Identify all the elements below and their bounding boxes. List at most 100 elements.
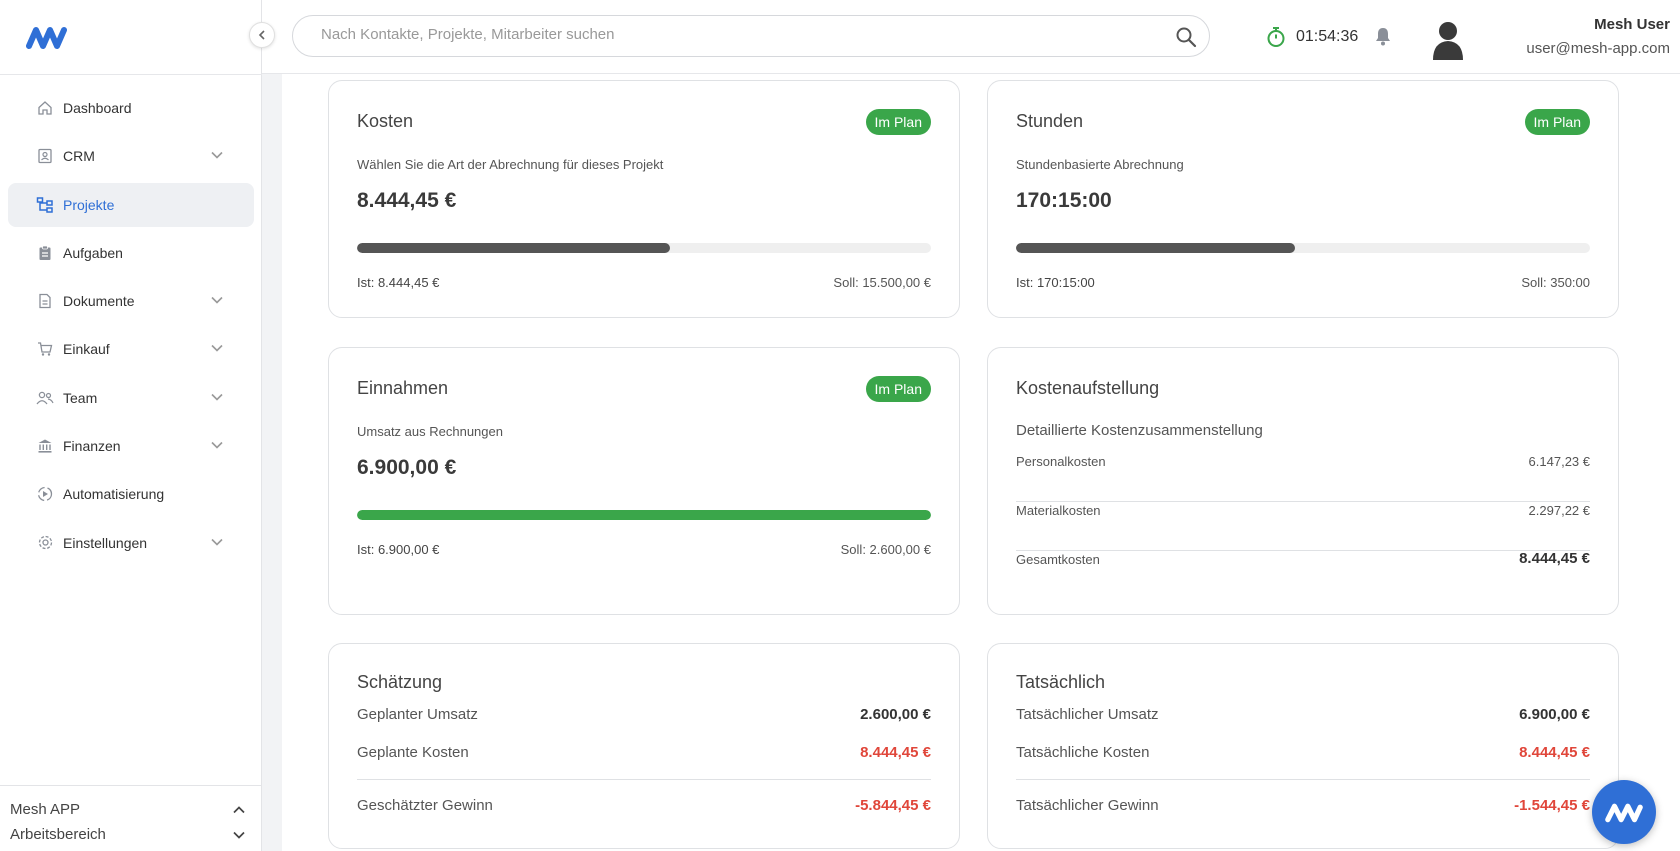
search-bar[interactable] — [292, 15, 1210, 57]
bank-icon — [36, 437, 54, 455]
progress-bar — [357, 510, 931, 520]
sidebar-item-label: Einkauf — [63, 341, 110, 358]
search-icon[interactable] — [1175, 26, 1197, 48]
automation-icon — [36, 485, 54, 503]
ist-value: Ist: 6.900,00 € — [357, 542, 440, 557]
app-name: Mesh APP — [10, 801, 81, 818]
planned-revenue-row: Geplanter Umsatz 2.600,00 € — [357, 706, 931, 723]
card-title: Einnahmen — [357, 378, 449, 398]
search-input[interactable] — [321, 26, 1121, 43]
soll-value: Soll: 350:00 — [1521, 275, 1590, 290]
sidebar-item-finanzen[interactable]: Finanzen — [8, 424, 254, 468]
sidebar-item-label: Dokumente — [63, 293, 135, 310]
sidebar-item-label: Projekte — [63, 196, 115, 213]
sidebar-item-projekte[interactable]: Projekte — [8, 182, 254, 227]
bell-icon[interactable] — [1374, 26, 1392, 46]
user-email: user@mesh-app.com — [1526, 40, 1670, 57]
chevron-down-icon[interactable] — [210, 535, 224, 549]
sidebar-collapse-button[interactable] — [249, 22, 275, 48]
stopwatch-icon — [1267, 27, 1285, 47]
sidebar-divider — [0, 74, 262, 75]
row-label: Tatsächlicher Umsatz — [1016, 706, 1159, 723]
row-value: 2.600,00 € — [860, 706, 931, 723]
sidebar-item-label: Finanzen — [63, 438, 121, 455]
soll-value: Soll: 2.600,00 € — [840, 542, 931, 557]
row-value: 8.444,45 € — [1519, 550, 1590, 567]
status-badge: Im Plan — [865, 109, 931, 135]
chevron-down-icon[interactable] — [210, 438, 224, 452]
mesh-assistant-button[interactable] — [1592, 780, 1656, 844]
stunden-card: Stunden Im Plan Stundenbasierte Abrechnu… — [987, 80, 1619, 318]
main-content: Kosten Im Plan Wählen Sie die Art der Ab… — [282, 74, 1680, 851]
card-value: 170:15:00 — [1016, 189, 1112, 212]
card-title: Stunden — [1016, 111, 1084, 131]
status-badge: Im Plan — [1524, 109, 1590, 135]
row-value: -1.544,45 € — [1514, 797, 1590, 814]
sidebar-item-einstellungen[interactable]: Einstellungen — [8, 521, 254, 565]
row-label: Materialkosten — [1016, 503, 1101, 518]
chevron-down-icon[interactable] — [210, 293, 224, 307]
progress-fill — [357, 243, 670, 253]
cost-row-material: Materialkosten 2.297,22 € — [1016, 503, 1590, 551]
status-badge: Im Plan — [865, 376, 931, 402]
chevron-down-icon[interactable] — [210, 390, 224, 404]
sidebar-item-team[interactable]: Team — [8, 376, 254, 420]
sidebar-item-label: Einstellungen — [63, 534, 148, 551]
app-name-row[interactable]: Mesh APP — [10, 801, 245, 818]
chevron-left-icon — [258, 30, 265, 40]
chevron-up-icon[interactable] — [232, 803, 246, 817]
sidebar-item-label: Team — [63, 389, 98, 406]
mesh-logo-icon — [1605, 803, 1643, 823]
row-label: Gesamtkosten — [1016, 552, 1100, 567]
team-icon — [36, 389, 54, 407]
row-value: -5.844,45 € — [855, 797, 931, 814]
sidebar-item-dokumente[interactable]: Dokumente — [8, 279, 254, 323]
row-value: 2.297,22 € — [1528, 503, 1590, 518]
sidebar-item-label: Automatisierung — [63, 486, 165, 503]
progress-bar — [1016, 243, 1590, 253]
workspace-row[interactable]: Arbeitsbereich — [10, 826, 245, 843]
chevron-down-icon[interactable] — [210, 341, 224, 355]
ist-value: Ist: 170:15:00 — [1016, 275, 1095, 290]
contact-card-icon — [36, 147, 54, 165]
actual-cost-row: Tatsächliche Kosten 8.444,45 € — [1016, 744, 1590, 761]
sidebar-item-label: Dashboard — [63, 100, 132, 116]
chevron-down-icon[interactable] — [232, 828, 246, 842]
workspace-name: Arbeitsbereich — [10, 826, 106, 843]
row-label: Tatsächliche Kosten — [1016, 744, 1150, 761]
card-subtitle: Wählen Sie die Art der Abrechnung für di… — [357, 157, 664, 172]
time-tracker[interactable]: 01:54:36 — [1266, 26, 1358, 48]
project-tree-icon — [36, 196, 54, 214]
sidebar-item-crm[interactable]: CRM — [8, 134, 254, 178]
divider — [1016, 779, 1590, 780]
card-subtitle: Detaillierte Kostenzusammenstellung — [1016, 422, 1263, 439]
row-value: 6.147,23 € — [1528, 454, 1590, 469]
row-label: Personalkosten — [1016, 454, 1106, 469]
sidebar-item-aufgaben[interactable]: Aufgaben — [8, 231, 254, 275]
row-label: Geplanter Umsatz — [357, 706, 478, 723]
kosten-card: Kosten Im Plan Wählen Sie die Art der Ab… — [328, 80, 960, 318]
divider — [357, 779, 931, 780]
tatsaechlich-card: Tatsächlich Tatsächlicher Umsatz 6.900,0… — [987, 643, 1619, 849]
sidebar-item-dashboard[interactable]: Dashboard — [8, 86, 254, 130]
card-title: Schätzung — [357, 672, 443, 692]
einnahmen-card: Einnahmen Im Plan Umsatz aus Rechnungen … — [328, 347, 960, 615]
actual-profit-row: Tatsächlicher Gewinn -1.544,45 € — [1016, 797, 1590, 814]
schaetzung-card: Schätzung Geplanter Umsatz 2.600,00 € Ge… — [328, 643, 960, 849]
timer-value: 01:54:36 — [1296, 28, 1359, 45]
sidebar-item-automatisierung[interactable]: Automatisierung — [8, 472, 254, 516]
mesh-logo[interactable] — [26, 24, 68, 50]
row-label: Geplante Kosten — [357, 744, 469, 761]
ist-value: Ist: 8.444,45 € — [357, 275, 440, 290]
sidebar-nav: Dashboard CRM Projekte Aufgaben Dokument… — [8, 86, 254, 569]
home-icon — [36, 99, 54, 117]
cost-row-total: Gesamtkosten 8.444,45 € — [1016, 550, 1590, 600]
top-header: 01:54:36 Mesh User user@mesh-app.com — [262, 0, 1680, 74]
sidebar-item-einkauf[interactable]: Einkauf — [8, 327, 254, 371]
clipboard-icon — [36, 244, 54, 262]
chevron-down-icon[interactable] — [210, 148, 224, 162]
row-value: 6.900,00 € — [1519, 706, 1590, 723]
card-subtitle: Stundenbasierte Abrechnung — [1016, 157, 1184, 172]
card-title: Kostenaufstellung — [1016, 378, 1160, 398]
row-value: 8.444,45 € — [1519, 744, 1590, 761]
